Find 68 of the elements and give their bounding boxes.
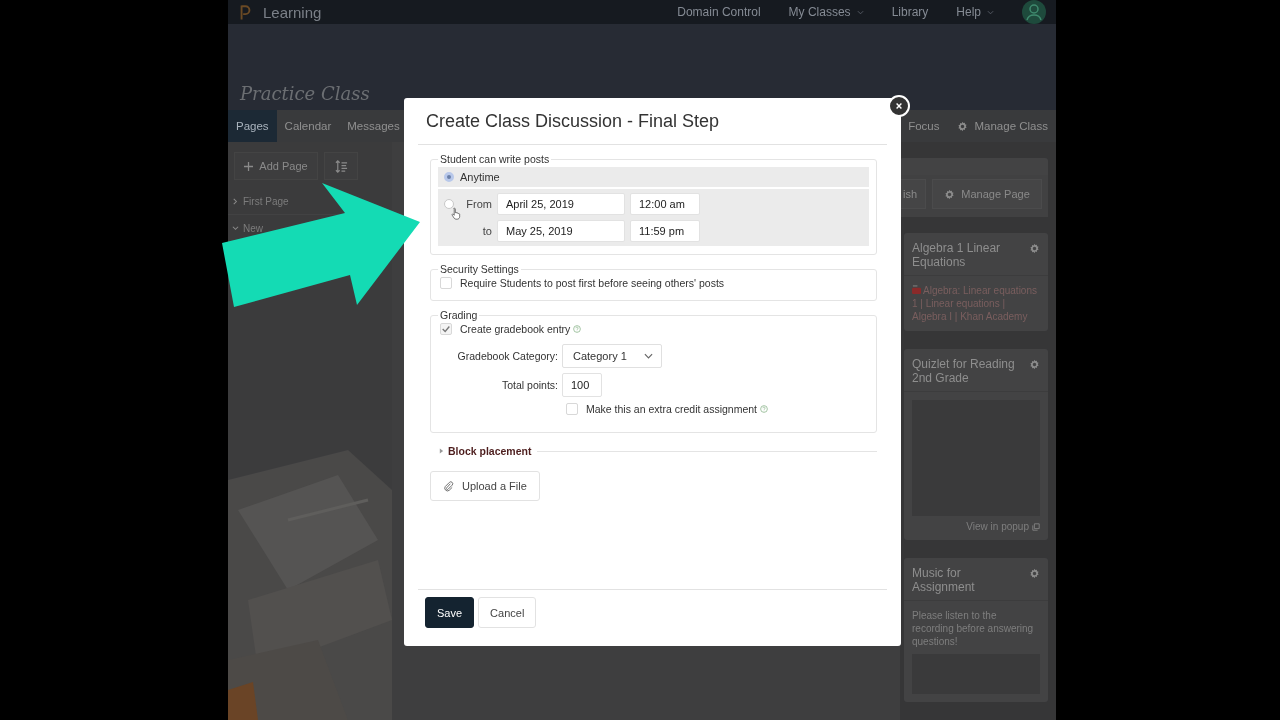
sort-icon [334,159,348,173]
option-label: From [465,198,492,210]
checkbox[interactable] [440,323,452,335]
checkbox-label: Require Students to post first before seeing others' posts [460,277,725,289]
section-title: Grading [439,309,479,321]
cancel-button[interactable]: Cancel [478,597,537,628]
expand-icon[interactable] [439,448,444,454]
time-field[interactable]: 12:00 am [630,193,700,215]
add-page-button[interactable]: Add Page [234,152,318,180]
section-title: Security Settings [439,263,520,275]
video-icon [912,285,921,294]
time-field[interactable]: 11:59 pm [630,220,700,242]
sort-button[interactable] [324,152,358,180]
page-action-button[interactable]: Manage Page [932,179,1042,209]
upload-button[interactable]: Upload a File [430,471,540,501]
widget-title: Algebra 1 Linear Equations [912,241,1002,269]
close-button[interactable] [888,95,910,117]
category-select[interactable]: Category 1 [562,344,662,368]
option-label: Anytime [460,171,500,183]
popout-icon [1032,522,1040,531]
block-placement-toggle[interactable]: Block placement [448,445,532,457]
gear-icon [957,120,969,132]
page-action-button[interactable]: ish [900,179,927,209]
page-list-item[interactable]: First Page [243,195,289,207]
plus-icon [244,161,254,171]
save-button[interactable]: Save [425,597,475,628]
tab[interactable]: Pages [228,110,277,142]
chevron-icon[interactable] [232,197,239,205]
chevron-down-icon [644,353,653,359]
nav-link[interactable]: Library [891,5,929,19]
widget-title: Music for Assignment [912,566,976,594]
date-field[interactable]: May 25, 2019 [497,220,625,242]
tab[interactable]: Messages [339,110,408,142]
paperclip-icon [443,480,454,492]
tab[interactable]: Manage Class [947,110,1056,142]
chevron-icon[interactable] [232,224,239,232]
hand-cursor-icon [451,207,461,220]
close-icon [895,102,903,110]
date-field[interactable]: April 25, 2019 [497,193,625,215]
tab[interactable]: Focus [898,110,948,142]
radio-button[interactable] [444,172,454,182]
brand-name[interactable]: Learning [263,3,322,21]
avatar-icon[interactable] [1022,0,1046,24]
gear-icon [944,188,956,200]
field-label: to [481,225,492,237]
tab[interactable]: Calendar [276,110,340,142]
checkbox[interactable] [440,277,452,289]
page-list-item[interactable]: New [243,222,263,234]
gear-icon[interactable] [1029,568,1040,579]
logo-icon [240,3,251,21]
help-icon[interactable] [760,405,768,413]
widget-title: Quizlet for Reading 2nd Grade [912,357,1016,385]
points-field[interactable]: 100 [562,373,602,397]
checkbox-label: Make this an extra credit assignment [586,403,757,415]
field-label: Total points: [500,379,558,391]
checkbox-label: Create gradebook entry [460,323,571,335]
dialog-title: Create Class Discussion - Final Step [426,110,720,132]
nav-link[interactable]: Domain Control [677,5,761,19]
gear-icon[interactable] [1029,243,1040,254]
radio-button[interactable] [444,199,454,209]
field-label: Gradebook Category: [456,350,558,362]
section-title: Student can write posts [439,153,551,165]
nav-link[interactable]: My Classes [788,5,864,19]
nav-link[interactable]: Help [956,5,994,19]
help-icon[interactable] [573,325,582,333]
class-title: Practice Class [240,83,370,104]
checkbox[interactable] [566,403,578,415]
gear-icon[interactable] [1029,359,1040,370]
